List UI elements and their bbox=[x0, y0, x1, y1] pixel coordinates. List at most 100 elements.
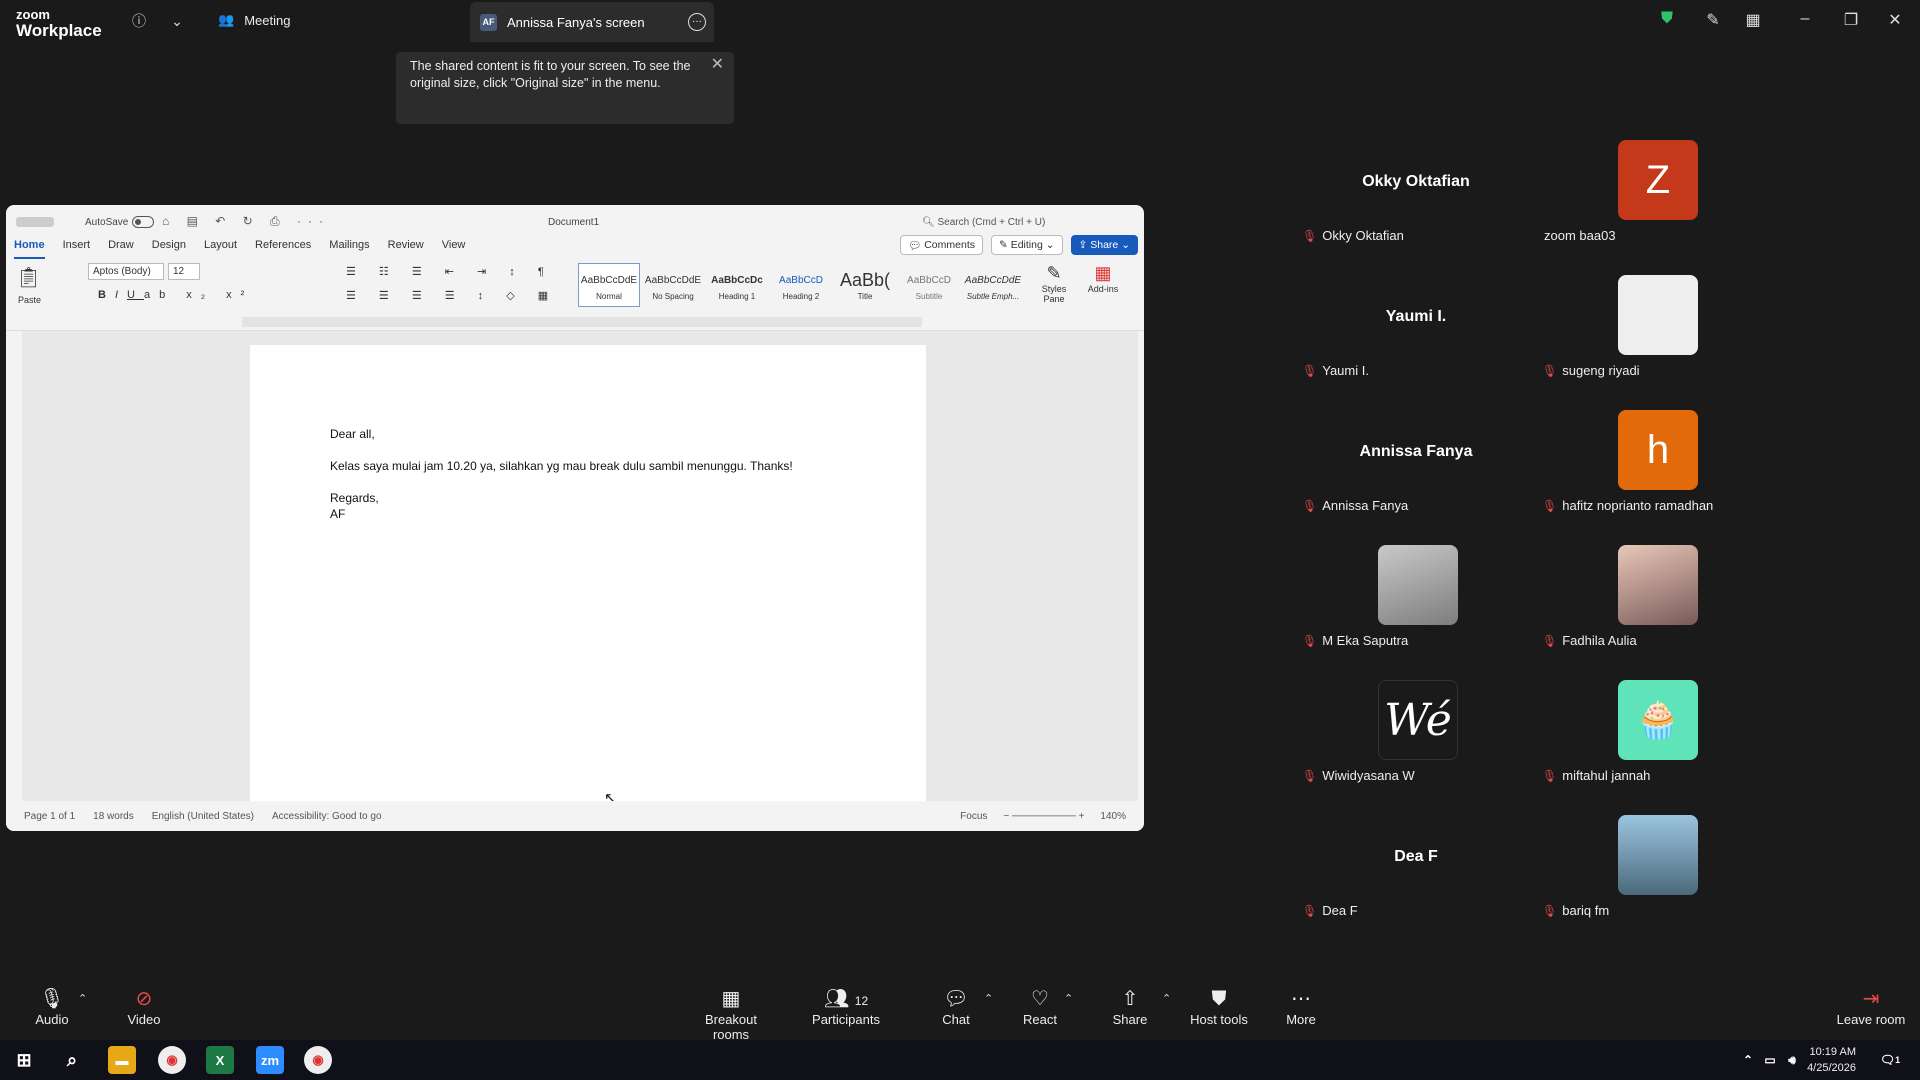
font-size-select[interactable]: 12 bbox=[168, 263, 200, 280]
word-title-bar: AutoSave ⌂ ▤ ↶ ↻ ⎙ ··· Document1 🔍︎ Sear… bbox=[6, 205, 1144, 239]
style-name: Normal bbox=[596, 291, 622, 301]
font-size-value: 12 bbox=[173, 266, 185, 277]
word-share-button[interactable]: ⇪ Share ⌄ bbox=[1070, 235, 1138, 255]
format-buttons[interactable]: BIUab x₂ x² bbox=[98, 289, 253, 301]
restore-icon[interactable]: ❐ bbox=[1836, 10, 1866, 30]
chrome-icon[interactable]: ◉ bbox=[158, 1046, 186, 1074]
style-no-spacing[interactable]: AaBbCcDdE No Spacing bbox=[642, 263, 704, 307]
style-normal[interactable]: AaBbCcDdE Normal bbox=[578, 263, 640, 307]
muted-mic-icon: 🎙︎ bbox=[1542, 633, 1558, 648]
windows-start-icon[interactable]: ⊞ bbox=[10, 1046, 38, 1074]
participant-name: miftahul jannah bbox=[1562, 768, 1651, 783]
tab-insert[interactable]: Insert bbox=[63, 239, 91, 259]
clock-date: 4/25/2026 bbox=[1807, 1062, 1856, 1074]
focus-button[interactable]: Focus bbox=[960, 811, 987, 822]
close-icon[interactable]: ✕ bbox=[1880, 10, 1910, 30]
style-sample: AaBbCcD bbox=[907, 275, 951, 286]
participant-tile[interactable]: Okky Oktafian bbox=[1306, 150, 1526, 270]
participant-avatar-photo[interactable] bbox=[1378, 545, 1458, 625]
tab-layout[interactable]: Layout bbox=[204, 239, 237, 259]
chevron-up-icon[interactable]: ⌃ bbox=[984, 992, 993, 1005]
font-select[interactable]: Aptos (Body) bbox=[88, 263, 164, 280]
info-icon[interactable]: ⓘ bbox=[128, 10, 150, 32]
meeting-label: Meeting bbox=[244, 12, 291, 28]
autosave-toggle[interactable] bbox=[132, 216, 154, 228]
participant-avatar-photo[interactable] bbox=[1618, 545, 1698, 625]
style-subtle-emphasis[interactable]: AaBbCcDdE Subtle Emph... bbox=[962, 263, 1024, 307]
style-title[interactable]: AaBb(Title bbox=[834, 263, 896, 307]
accessibility-status[interactable]: Accessibility: Good to go bbox=[272, 811, 382, 822]
file-explorer-icon[interactable]: ▬ bbox=[108, 1046, 136, 1074]
notifications-icon[interactable]: 🗨︎ 1 bbox=[1876, 1046, 1904, 1074]
participant-name: M Eka Saputra bbox=[1322, 633, 1409, 648]
chevron-up-icon[interactable]: ⌃ bbox=[1162, 992, 1171, 1005]
styles-pane-button[interactable]: ✎ Styles Pane bbox=[1036, 263, 1072, 304]
volume-icon[interactable]: 🔊︎ bbox=[1778, 1046, 1806, 1074]
screen-share-tab[interactable]: AF Annissa Fanya's screen ··· bbox=[470, 2, 714, 42]
zoom-app-icon[interactable]: zm bbox=[256, 1046, 284, 1074]
muted-mic-icon: 🎙︎ bbox=[1302, 633, 1318, 648]
tab-design[interactable]: Design bbox=[152, 239, 186, 259]
participant-avatar-photo[interactable] bbox=[1618, 815, 1698, 895]
tab-view[interactable]: View bbox=[442, 239, 466, 259]
participant-avatar[interactable]: h bbox=[1618, 410, 1698, 490]
more-options-icon[interactable]: ··· bbox=[688, 13, 706, 31]
chevron-up-icon[interactable]: ⌃ bbox=[1064, 992, 1073, 1005]
leave-label: Leave room bbox=[1836, 1012, 1906, 1027]
chevron-up-icon[interactable]: ⌃ bbox=[78, 992, 87, 1005]
style-subtitle[interactable]: AaBbCcD Subtitle bbox=[898, 263, 960, 307]
participant-tile[interactable]: Annissa Fanya bbox=[1306, 420, 1526, 540]
participant-avatar-photo[interactable] bbox=[1618, 275, 1698, 355]
participant-avatar[interactable]: Z bbox=[1618, 140, 1698, 220]
excel-icon[interactable]: X bbox=[206, 1046, 234, 1074]
style-name: Subtle Emph... bbox=[966, 291, 1020, 301]
participants-button[interactable]: 👥︎ 12 Participants bbox=[801, 986, 891, 1027]
zoom-level: 140% bbox=[1100, 810, 1126, 822]
style-heading-2[interactable]: AaBbCcD Heading 2 bbox=[770, 263, 832, 307]
comments-button[interactable]: 💬︎ Comments bbox=[899, 235, 983, 255]
system-clock[interactable]: 10:19 AM 4/25/2026 bbox=[1807, 1044, 1856, 1076]
tab-mailings[interactable]: Mailings bbox=[329, 239, 369, 259]
annotate-icon[interactable]: ✎ bbox=[1698, 10, 1728, 30]
search-icon[interactable]: ⌕ bbox=[58, 1046, 86, 1074]
editing-button[interactable]: ✎ Editing ⌄ bbox=[990, 235, 1063, 255]
ruler[interactable] bbox=[6, 315, 1144, 331]
share-tab-label: Annissa Fanya's screen bbox=[507, 14, 645, 30]
paste-label: Paste bbox=[18, 295, 42, 305]
share-label: Share bbox=[1090, 239, 1119, 251]
participant-tile[interactable]: Yaumi I. bbox=[1306, 285, 1526, 405]
search-box[interactable]: 🔍︎ Search (Cmd + Ctrl + U) bbox=[922, 217, 1045, 228]
participant-tile[interactable]: Dea F bbox=[1306, 825, 1526, 945]
close-icon[interactable]: ✕ bbox=[711, 56, 724, 73]
tab-draw[interactable]: Draw bbox=[108, 239, 134, 259]
add-ins-button[interactable]: ▦ Add-ins bbox=[1082, 263, 1124, 294]
style-heading-1[interactable]: AaBbCcDc Heading 1 bbox=[706, 263, 768, 307]
paste-icon[interactable]: 📋︎ bbox=[16, 265, 41, 290]
tab-references[interactable]: References bbox=[255, 239, 311, 259]
breakout-rooms-button[interactable]: ▦ Breakout rooms bbox=[686, 986, 776, 1042]
document-page[interactable]: Dear all, Kelas saya mulai jam 10.20 ya,… bbox=[250, 345, 926, 815]
participant-avatar-cupcake[interactable]: 🧁 bbox=[1618, 680, 1698, 760]
chat-label: Chat bbox=[942, 1012, 970, 1027]
chrome-icon[interactable]: ◉ bbox=[304, 1046, 332, 1074]
add-ins-icon: ▦ bbox=[1094, 263, 1112, 283]
host-tools-button[interactable]: ⛊ Host tools bbox=[1174, 986, 1264, 1027]
more-button[interactable]: ⋯ More bbox=[1256, 986, 1346, 1027]
video-button[interactable]: ⊘ Video bbox=[99, 986, 189, 1027]
leave-room-button[interactable]: ⇥ Leave room bbox=[1826, 986, 1916, 1027]
muted-mic-icon: 🎙︎ bbox=[1542, 498, 1558, 513]
participant-avatar[interactable]: Wé bbox=[1378, 680, 1458, 760]
view-layout-icon[interactable]: ▦ bbox=[1738, 10, 1768, 30]
zoom-slider[interactable]: − ───────── + bbox=[1003, 811, 1084, 822]
quick-access-icons[interactable]: ⌂ ▤ ↶ ↻ ⎙ ··· bbox=[162, 214, 330, 229]
minimize-icon[interactable]: – bbox=[1790, 10, 1820, 28]
language-status[interactable]: English (United States) bbox=[152, 811, 254, 822]
tab-home[interactable]: Home bbox=[14, 239, 45, 259]
align-buttons[interactable]: ☰ ☰ ☰ ☰ ↕ ◇ ▦ bbox=[346, 289, 558, 302]
meeting-tab[interactable]: 👥 Meeting bbox=[218, 12, 290, 28]
tab-review[interactable]: Review bbox=[388, 239, 424, 259]
shield-icon[interactable]: ⛊ bbox=[1652, 10, 1682, 28]
share-label: Share bbox=[1112, 1012, 1148, 1027]
chevron-down-icon[interactable]: ⌄ bbox=[166, 10, 188, 32]
paragraph-buttons[interactable]: ☰ ☷ ☰ ⇤ ⇥ ↕ ¶ bbox=[346, 265, 554, 278]
